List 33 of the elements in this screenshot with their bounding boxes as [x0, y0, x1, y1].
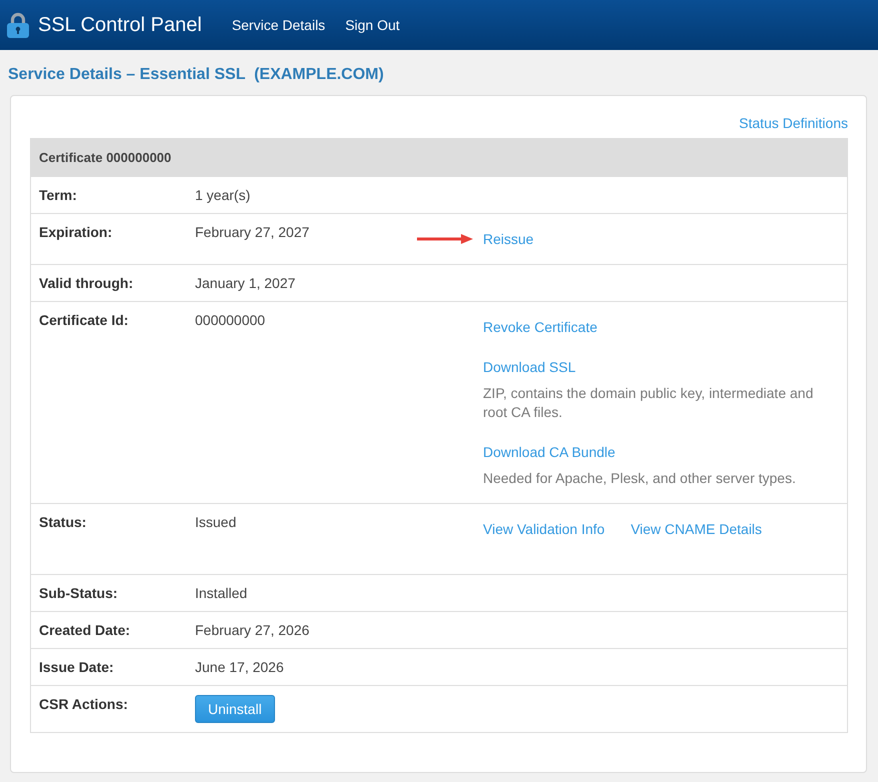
uninstall-button[interactable]: Uninstall [195, 695, 275, 723]
field-value: January 1, 2027 [195, 275, 296, 291]
action-link[interactable]: Revoke Certificate [483, 319, 598, 335]
status-definitions-link[interactable]: Status Definitions [739, 115, 848, 131]
field-value: June 17, 2026 [195, 659, 284, 675]
field-label: Expiration: [39, 224, 112, 240]
padlock-icon [6, 12, 30, 38]
field-label: Valid through: [39, 275, 134, 291]
field-label: CSR Actions: [39, 696, 128, 712]
field-label: Certificate Id: [39, 312, 128, 328]
action-link[interactable]: View Validation Info [483, 519, 605, 539]
app-title: SSL Control Panel [38, 13, 202, 38]
field-value: 000000000 [195, 312, 266, 328]
field-value: Issued [195, 514, 236, 530]
field-value: 1 year(s) [195, 187, 250, 203]
nav-link[interactable]: Sign Out [345, 15, 400, 35]
table-heading: Certificate 000000000 [31, 139, 847, 177]
field-label: Status: [39, 514, 86, 530]
link-description: ZIP, contains the domain public key, intermediate and root CA files. [483, 384, 814, 422]
action-link[interactable]: Reissue [483, 231, 534, 247]
link-description: Needed for Apache, Plesk, and other server types. [483, 469, 797, 488]
field-value: February 27, 2027 [195, 224, 310, 240]
field-label: Issue Date: [39, 659, 114, 675]
field-label: Created Date: [39, 622, 130, 638]
action-link[interactable]: View CNAME Details [630, 519, 762, 539]
action-link[interactable]: Download SSL [483, 359, 576, 375]
action-link[interactable]: Download CA Bundle [483, 444, 616, 460]
field-value: Installed [195, 585, 248, 601]
page-title: Service Details – Essential SSL (EXAMPLE.COM) [8, 65, 384, 85]
nav-link[interactable]: Service Details [232, 15, 326, 35]
field-label: Sub-Status: [39, 585, 118, 601]
field-value: February 27, 2026 [195, 622, 310, 638]
field-label: Term: [39, 187, 77, 203]
